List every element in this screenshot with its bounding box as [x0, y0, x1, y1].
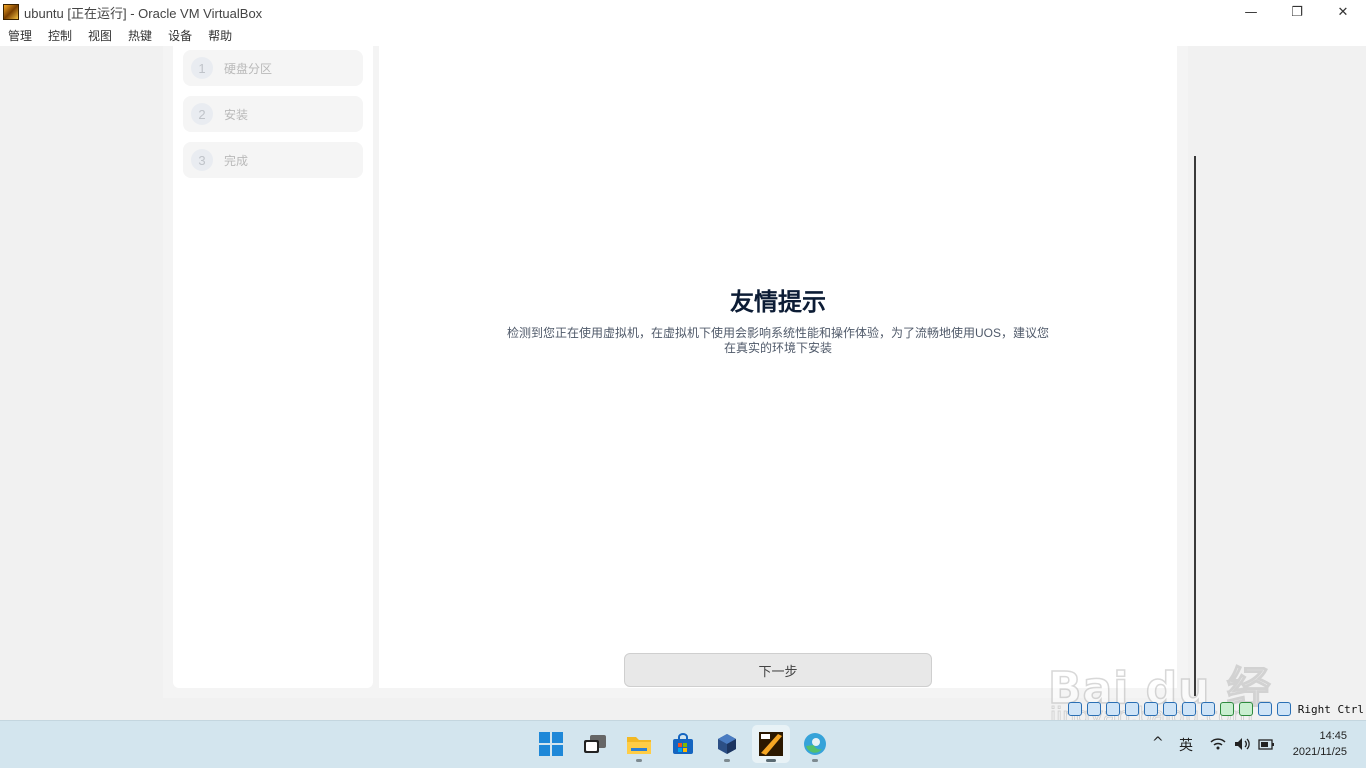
running-indicator	[724, 759, 730, 762]
menu-control[interactable]: 控制	[48, 27, 72, 44]
step-label: 完成	[224, 153, 249, 168]
vm-screen[interactable]: 1 硬盘分区 2 安装 3 完成 友情提示 检测到您正在使用虚拟机，在虚拟机下使…	[163, 46, 1188, 698]
cpu-icon[interactable]	[1219, 702, 1234, 716]
edge-browser-icon	[804, 733, 826, 755]
clock-time: 14:45	[1319, 730, 1347, 742]
maximize-button[interactable]: ❐	[1274, 0, 1320, 24]
menu-devices[interactable]: 设备	[168, 27, 192, 44]
shared-folder-icon[interactable]	[1162, 702, 1177, 716]
display-icon[interactable]	[1181, 702, 1196, 716]
ime-indicator[interactable]: 英	[1179, 735, 1193, 755]
host-key-icon[interactable]	[1276, 702, 1291, 716]
store-icon	[673, 733, 693, 754]
video-capture-icon[interactable]	[1200, 702, 1215, 716]
menu-hotkeys[interactable]: 热键	[128, 27, 152, 44]
folder-icon	[627, 737, 651, 754]
windows-logo-icon	[539, 732, 563, 756]
keyboard-icon[interactable]	[1257, 702, 1272, 716]
installer-steps-sidebar: 1 硬盘分区 2 安装 3 完成	[173, 46, 373, 688]
window-controls: — ❐ ✕	[1228, 0, 1366, 24]
installer-main-panel: 友情提示 检测到您正在使用虚拟机，在虚拟机下使用会影响系统性能和操作体验，为了流…	[379, 46, 1177, 688]
notice-title: 友情提示	[730, 289, 826, 316]
step-number: 3	[191, 149, 213, 171]
taskbar-ubuntu-vm[interactable]	[752, 725, 790, 763]
wifi-icon[interactable]	[1210, 737, 1226, 750]
active-indicator	[766, 759, 776, 762]
tray-overflow-chevron[interactable]: ^	[1152, 735, 1164, 751]
menu-help[interactable]: 帮助	[208, 27, 232, 44]
vm-edge-line	[1194, 156, 1196, 696]
task-view-button[interactable]	[576, 725, 614, 763]
host-key-label: Right Ctrl	[1297, 702, 1364, 716]
mouse-integration-icon[interactable]	[1238, 702, 1253, 716]
taskbar-file-explorer[interactable]	[620, 725, 658, 763]
volume-icon[interactable]	[1234, 737, 1252, 751]
menu-manage[interactable]: 管理	[8, 27, 32, 44]
optical-drive-icon[interactable]	[1086, 702, 1101, 716]
running-indicator	[636, 759, 642, 762]
menu-view[interactable]: 视图	[88, 27, 112, 44]
vbox-status-bar: Right Ctrl	[1067, 700, 1364, 718]
network-icon[interactable]	[1124, 702, 1139, 716]
usb-icon[interactable]	[1143, 702, 1158, 716]
taskbar-edge[interactable]	[796, 725, 834, 763]
taskbar-virtualbox[interactable]	[708, 725, 746, 763]
next-button[interactable]: 下一步	[624, 653, 932, 687]
step-disk-partition: 1 硬盘分区	[183, 50, 363, 86]
window-title: ubuntu [正在运行] - Oracle VM VirtualBox	[24, 5, 263, 21]
close-button[interactable]: ✕	[1320, 0, 1366, 24]
taskbar-clock[interactable]: 14:45 2021/11/25	[1293, 728, 1347, 760]
step-number: 2	[191, 103, 213, 125]
vm-window-icon	[759, 732, 783, 756]
step-complete: 3 完成	[183, 142, 363, 178]
audio-icon[interactable]	[1105, 702, 1120, 716]
notice-message: 检测到您正在使用虚拟机，在虚拟机下使用会影响系统性能和操作体验，为了流畅地使用U…	[507, 326, 1050, 355]
title-bar: ubuntu [正在运行] - Oracle VM VirtualBox — ❐…	[0, 0, 1366, 24]
taskbar-microsoft-store[interactable]	[664, 725, 702, 763]
clock-date: 2021/11/25	[1292, 746, 1347, 758]
battery-charging-icon[interactable]	[1258, 737, 1276, 751]
start-button[interactable]	[532, 725, 570, 763]
step-label: 硬盘分区	[224, 61, 273, 76]
step-install: 2 安装	[183, 96, 363, 132]
hard-disk-icon[interactable]	[1067, 702, 1082, 716]
running-indicator	[812, 759, 818, 762]
step-number: 1	[191, 57, 213, 79]
virtualbox-vm-icon	[3, 4, 19, 20]
vm-display-area: 1 硬盘分区 2 安装 3 完成 友情提示 检测到您正在使用虚拟机，在虚拟机下使…	[0, 46, 1366, 720]
menu-bar: 管理 控制 视图 热键 设备 帮助	[0, 24, 1366, 46]
step-label: 安装	[224, 107, 249, 122]
virtualbox-icon	[718, 734, 736, 754]
task-view-icon	[584, 735, 606, 753]
minimize-button[interactable]: —	[1228, 0, 1274, 24]
